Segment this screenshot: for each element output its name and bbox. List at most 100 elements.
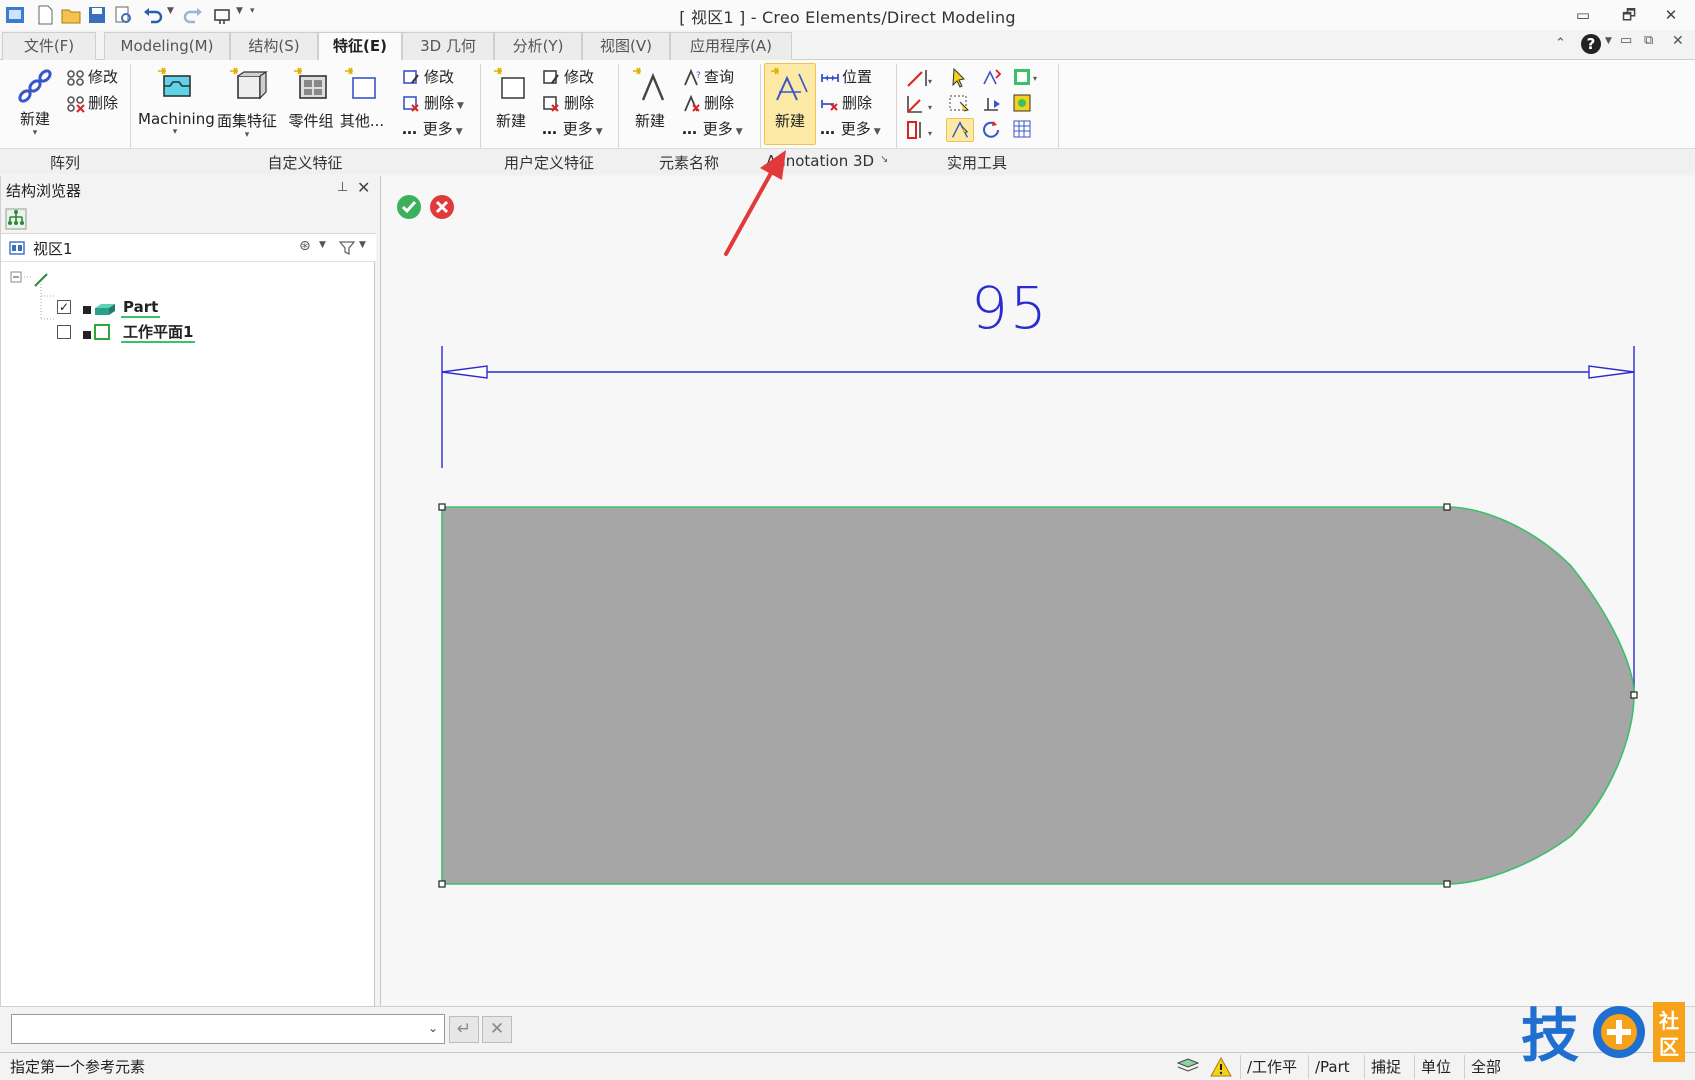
tree-item-workplane[interactable]: 工作平面1 [57,321,257,343]
snap-toggle[interactable]: 捕捉 [1364,1055,1414,1079]
command-input[interactable]: ⌄ [11,1014,445,1044]
chevron-down-icon[interactable]: ⌄ [428,1021,438,1035]
chevron-down-icon[interactable]: ▼ [359,240,366,250]
viewport-selector-row[interactable]: 视区1 ⊛ ▼ ▼ [1,234,376,262]
pointer-arrow-icon [724,150,786,256]
group-label-user-defined: 用户定义特征 [503,154,594,172]
restore-button[interactable]: 🗗 [1614,2,1644,28]
workplane-status-icon[interactable] [1176,1057,1200,1077]
structure-browser-toolbar [1,204,376,234]
tree-item-part[interactable]: ✓ Part [57,296,257,318]
binoculars-icon[interactable]: ⊛ [299,238,311,254]
udf-more-label: 更多 [562,120,593,138]
root-line-icon[interactable] [33,272,49,288]
measure-radius-icon[interactable]: ▾ [904,118,932,142]
structure-browser-header: 结构浏览器 ⊥ ✕ [1,176,376,204]
annotation-delete-button[interactable]: 删除 [820,91,872,115]
annotation3d-new-icon [771,67,808,101]
workplane-label: 工作平面1 [121,323,196,343]
element-name-new-button[interactable]: 新建 [626,64,674,131]
custom-more-button[interactable]: … 更多 ▼ [402,117,463,141]
udf-delete-button[interactable]: 删除 [542,91,594,115]
pattern-new-button[interactable]: 新建 ▾ [12,66,58,138]
tab-applications[interactable]: 应用程序(A) [670,32,792,60]
dialog-launcher-icon[interactable]: ↘ [880,154,888,165]
pattern-modify-icon [67,69,84,86]
workplane-visibility-checkbox[interactable] [57,325,71,339]
help-dropdown-icon[interactable]: ▼ [1605,36,1612,46]
help-icon[interactable]: ? [1580,33,1602,55]
select-box-icon[interactable] [946,92,974,116]
tab-view[interactable]: 视图(V) [582,32,670,60]
group-label-pattern: 阵列 [49,154,80,172]
move-copy-icon[interactable] [978,92,1006,116]
annotation-more-button[interactable]: … 更多 ▼ [820,117,881,141]
title-bar: ▼ ▼ ▾ [ 视区1 ] - Creo Elements/Direct Mod… [0,0,1695,30]
machining-button[interactable]: Machining ▾ [138,64,215,137]
viewport-name: 视区1 [33,240,73,258]
tab-structure[interactable]: 结构(S) [230,32,318,60]
clear-command-button[interactable]: ✕ [482,1016,512,1043]
element-name-new-label: 新建 [634,112,665,130]
properties-icon[interactable] [1010,92,1038,116]
other-features-label: 其他... [339,112,385,130]
udf-modify-button[interactable]: 修改 [542,65,594,89]
part-group-button[interactable]: 零件组 [284,64,338,131]
udf-delete-label: 删除 [564,94,595,112]
close-panel-icon[interactable]: ✕ [357,178,370,197]
more-dots-icon: … [402,120,418,138]
rotate-icon[interactable] [978,118,1006,142]
warning-icon[interactable] [1210,1056,1232,1078]
close-button[interactable]: ✕ [1656,2,1686,28]
doc-close-icon[interactable]: ✕ [1672,33,1684,49]
workplane-icon [83,324,110,340]
pattern-delete-button[interactable]: 删除 [66,91,118,115]
tree-view-icon[interactable] [5,208,27,230]
pattern-modify-button[interactable]: 修改 [66,65,118,89]
measure-angle-icon[interactable]: ▾ [904,92,932,116]
color-frame-icon[interactable]: ▾ [1010,66,1038,90]
workplane-field[interactable]: /工作平 [1240,1055,1302,1079]
pin-icon[interactable]: ⊥ [337,180,348,195]
custom-modify-button[interactable]: 修改 [402,65,454,89]
table-grid-icon[interactable] [1010,118,1038,142]
custom-modify-icon [403,69,419,84]
collapse-ribbon-icon[interactable]: ⌃ [1555,36,1566,51]
menu-tabbar: 文件(F) Modeling(M) 结构(S) 特征(E) 3D 几何 分析(Y… [0,30,1695,61]
select-filter-icon[interactable] [946,118,974,142]
dimension-value[interactable]: 95 [971,274,1049,342]
element-delete-button[interactable]: 删除 [682,91,734,115]
custom-delete-button[interactable]: 删除 ▼ [402,91,464,115]
doc-minimize-icon[interactable]: ▭ [1620,33,1632,48]
tab-3d-geometry[interactable]: 3D 几何 [402,32,494,60]
other-features-button[interactable]: 其他... [338,64,386,131]
minimize-button[interactable]: ▭ [1568,2,1598,28]
pattern-delete-icon [67,95,85,113]
element-more-label: 更多 [702,120,733,138]
part-visibility-checkbox[interactable]: ✓ [57,300,71,314]
chevron-down-icon[interactable]: ▼ [319,240,326,250]
annotation-position-button[interactable]: 位置 [820,65,872,89]
udf-more-button[interactable]: … 更多 ▼ [542,117,603,141]
graphics-viewport[interactable]: 95 [380,176,1695,1006]
tab-analysis[interactable]: 分析(Y) [494,32,582,60]
tab-features[interactable]: 特征(E) [318,32,402,61]
select-arrow-icon[interactable] [946,66,974,90]
part-label: Part [121,298,161,318]
enter-command-button[interactable]: ↵ [449,1016,479,1043]
element-more-button[interactable]: … 更多 ▼ [682,117,743,141]
tab-file[interactable]: 文件(F) [2,32,96,60]
face-set-feature-button[interactable]: 面集特征 ▾ [214,64,280,140]
part-field[interactable]: /Part [1308,1055,1364,1079]
doc-restore-icon[interactable]: ⧉ [1644,33,1653,48]
units-toggle[interactable]: 单位 [1414,1055,1464,1079]
udf-new-button[interactable]: 新建 [488,64,534,131]
annotation3d-new-button[interactable]: 新建 [764,63,816,145]
pattern-new-label: 新建 [19,110,50,128]
element-query-button[interactable]: ? 查询 [682,65,734,89]
filter-icon[interactable] [339,240,355,256]
tab-modeling[interactable]: Modeling(M) [104,32,230,60]
transform-icon[interactable] [978,66,1006,90]
measure-dimension-icon[interactable]: ▾ [904,66,932,90]
svg-text:技: 技 [1521,1002,1579,1070]
